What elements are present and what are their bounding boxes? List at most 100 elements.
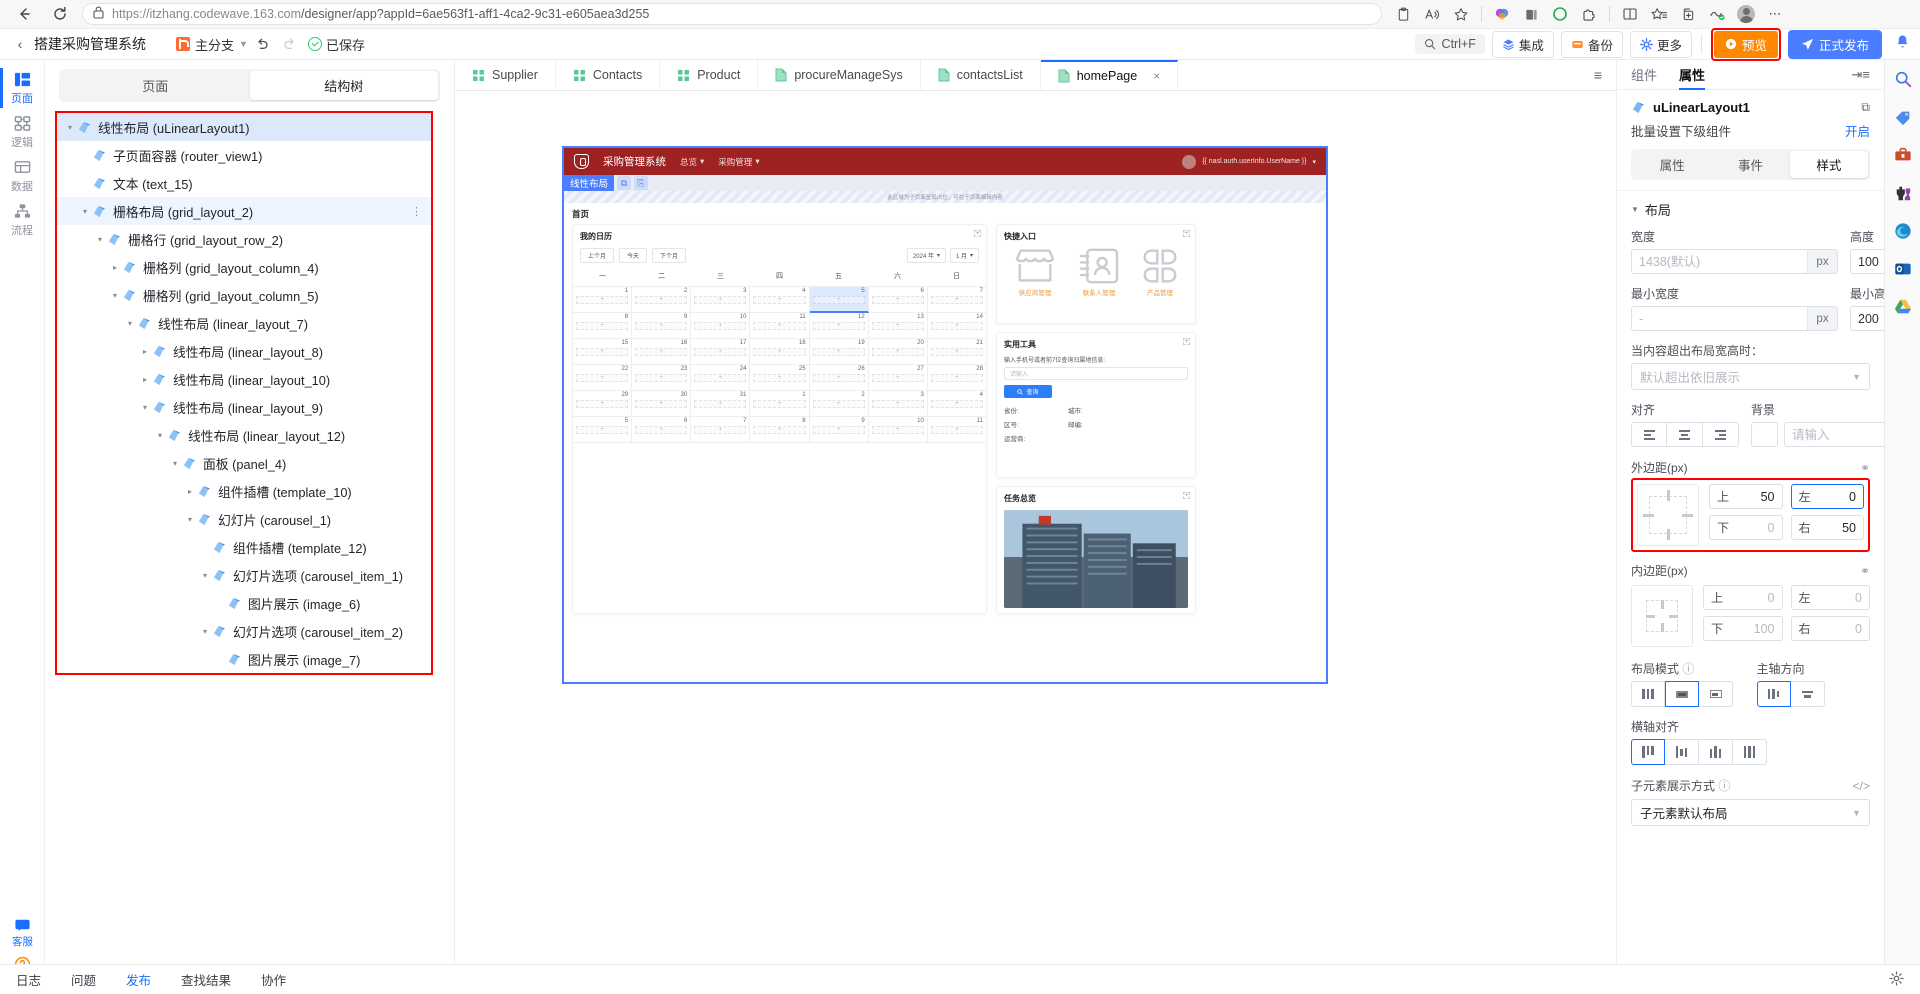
tree-twisty-icon[interactable]: ▾ [108,291,122,300]
calendar-cell[interactable]: 11 + [927,417,986,443]
tab-list-icon[interactable]: ≡ [1580,60,1616,90]
cross-axis-center-button[interactable] [1665,739,1699,765]
align-right-button[interactable] [1703,422,1739,447]
favorites-bar-icon[interactable] [1646,2,1672,26]
calendar-add-slot[interactable]: + [930,322,983,330]
tree-twisty-icon[interactable]: ▸ [138,375,152,384]
calendar-add-slot[interactable]: + [694,426,747,434]
calendar-cell[interactable]: 11 + [750,313,810,339]
copilot-icon[interactable] [1489,2,1515,26]
align-center-button[interactable] [1667,422,1703,447]
margin-right-field[interactable]: 右 50 [1790,515,1864,540]
address-bar[interactable]: https://itzhang.codewave.163.com/designe… [82,3,1382,25]
notifications-icon[interactable] [1895,34,1910,54]
calendar-add-slot[interactable]: + [930,400,983,408]
calendar-add-slot[interactable]: + [930,296,983,304]
toolbox-icon[interactable] [1892,144,1914,166]
drive-icon[interactable] [1892,296,1914,318]
mock-menu-procurement[interactable]: 采购管理 ▾ [718,156,759,168]
layout-mode-flow-button[interactable] [1631,681,1665,707]
tab-structure-tree[interactable]: 结构树 [249,71,438,100]
page-tab-product[interactable]: Product [660,60,759,90]
edge-icon[interactable] [1892,220,1914,242]
prev-month-button[interactable]: 上个月 [580,248,615,263]
tree-twisty-icon[interactable]: ▾ [183,515,197,524]
calendar-add-slot[interactable]: + [812,348,865,356]
tree-node[interactable]: 图片展示 (image_6) [57,589,431,617]
margin-bottom-field[interactable]: 下0 [1709,515,1783,540]
calendar-cell[interactable]: 13 + [868,313,928,339]
calendar-cell[interactable]: 5 + [809,287,869,313]
rail-item-flow[interactable]: 流程 [0,198,44,242]
calendar-add-slot[interactable]: + [576,374,629,382]
tree-node[interactable]: ▾ 线性布局 (uLinearLayout1) [57,113,431,141]
tree-node[interactable]: ▸ 栅格列 (grid_layout_column_4) [57,253,431,281]
add-icon[interactable]: + [1183,492,1190,499]
calendar-add-slot[interactable]: + [753,322,806,330]
calendar-cell[interactable]: 6 + [632,417,692,443]
calendar-cell[interactable]: 10 + [868,417,928,443]
min-width-input[interactable] [1632,307,1807,330]
calendar-add-slot[interactable]: + [812,400,865,408]
tree-twisty-icon[interactable]: ▾ [198,571,212,580]
page-tab-supplier[interactable]: Supplier [455,60,556,90]
calendar-cell[interactable]: 1 + [573,287,633,313]
margin-left-field[interactable]: 左0 [1790,484,1864,509]
calendar-cell[interactable]: 3 + [868,391,928,417]
padding-top-field[interactable]: 上0 [1703,585,1783,610]
tree-twisty-icon[interactable]: ▾ [168,459,182,468]
calendar-add-slot[interactable]: + [635,400,688,408]
segment-attributes[interactable]: 属性 [1633,151,1711,178]
integration-button[interactable]: 集成 [1491,30,1554,58]
favorite-icon[interactable] [1448,2,1474,26]
tree-node[interactable]: ▾ 幻灯片选项 (carousel_item_1) [57,561,431,589]
tree-twisty-icon[interactable]: ▾ [198,627,212,636]
main-axis-column-button[interactable] [1790,681,1825,707]
collections-icon[interactable] [1518,2,1544,26]
calendar-add-slot[interactable]: + [753,348,806,356]
calendar-add-slot[interactable]: + [576,348,629,356]
calendar-cell[interactable]: 27 + [868,365,928,391]
link-paddings-icon[interactable]: ⚭ [1860,564,1870,578]
mock-user[interactable]: {{ nasl.auth.userInfo.UserName }} ▾ [1182,154,1316,169]
outlook-icon[interactable] [1892,258,1914,280]
tree-node-menu-icon[interactable]: ⋮ [411,205,423,218]
calendar-add-slot[interactable]: + [694,322,747,330]
padding-right-field[interactable]: 右0 [1790,616,1870,641]
tree-twisty-icon[interactable]: ▾ [138,403,152,412]
gear-icon[interactable] [1889,970,1904,989]
calendar-add-slot[interactable]: + [812,426,865,434]
tab-components[interactable]: 组件 [1631,60,1657,90]
rail-item-logic[interactable]: 逻辑 [0,110,44,154]
cross-axis-start-button[interactable] [1631,739,1665,765]
calendar-cell[interactable]: 9 + [809,417,869,443]
quick-entry-supplier[interactable]: 供应商管理 [1013,248,1057,297]
segment-events[interactable]: 事件 [1711,151,1789,178]
calendar-cell[interactable]: 16 + [632,339,692,365]
undo-button[interactable] [248,32,276,56]
calendar-cell[interactable]: 5 + [573,417,633,443]
page-tab-contactslist[interactable]: contactsList [921,60,1041,90]
month-select[interactable]: 1 月 ▾ [949,248,979,263]
tree-twisty-icon[interactable]: ▾ [123,319,137,328]
year-select[interactable]: 2024 年 ▾ [906,248,946,263]
app-back-icon[interactable]: ‹ [10,36,30,52]
calendar-cell[interactable]: 29 + [573,391,633,417]
profile-icon[interactable] [1733,2,1759,26]
add-icon[interactable]: + [1183,230,1190,237]
tree-twisty-icon[interactable]: ▸ [183,487,197,496]
calendar-cell[interactable]: 30 + [632,391,692,417]
tree-twisty-icon[interactable]: ▾ [78,207,92,216]
circle-icon[interactable] [1547,2,1573,26]
page-tab-homepage[interactable]: homePage × [1040,60,1179,90]
batch-toggle-link[interactable]: 开启 [1845,121,1870,140]
tree-node[interactable]: ▾ 线性布局 (linear_layout_12) [57,421,431,449]
tree-node[interactable]: 子页面容器 (router_view1) [57,141,431,169]
calendar-add-slot[interactable]: + [753,400,806,408]
padding-bottom-field[interactable]: 下 100 [1703,616,1783,641]
calendar-add-slot[interactable]: + [694,296,747,304]
split-screen-icon[interactable] [1617,2,1643,26]
tree-node[interactable]: ▾ 幻灯片 (carousel_1) [57,505,431,533]
calendar-add-slot[interactable]: + [576,426,629,434]
align-left-button[interactable] [1631,422,1667,447]
